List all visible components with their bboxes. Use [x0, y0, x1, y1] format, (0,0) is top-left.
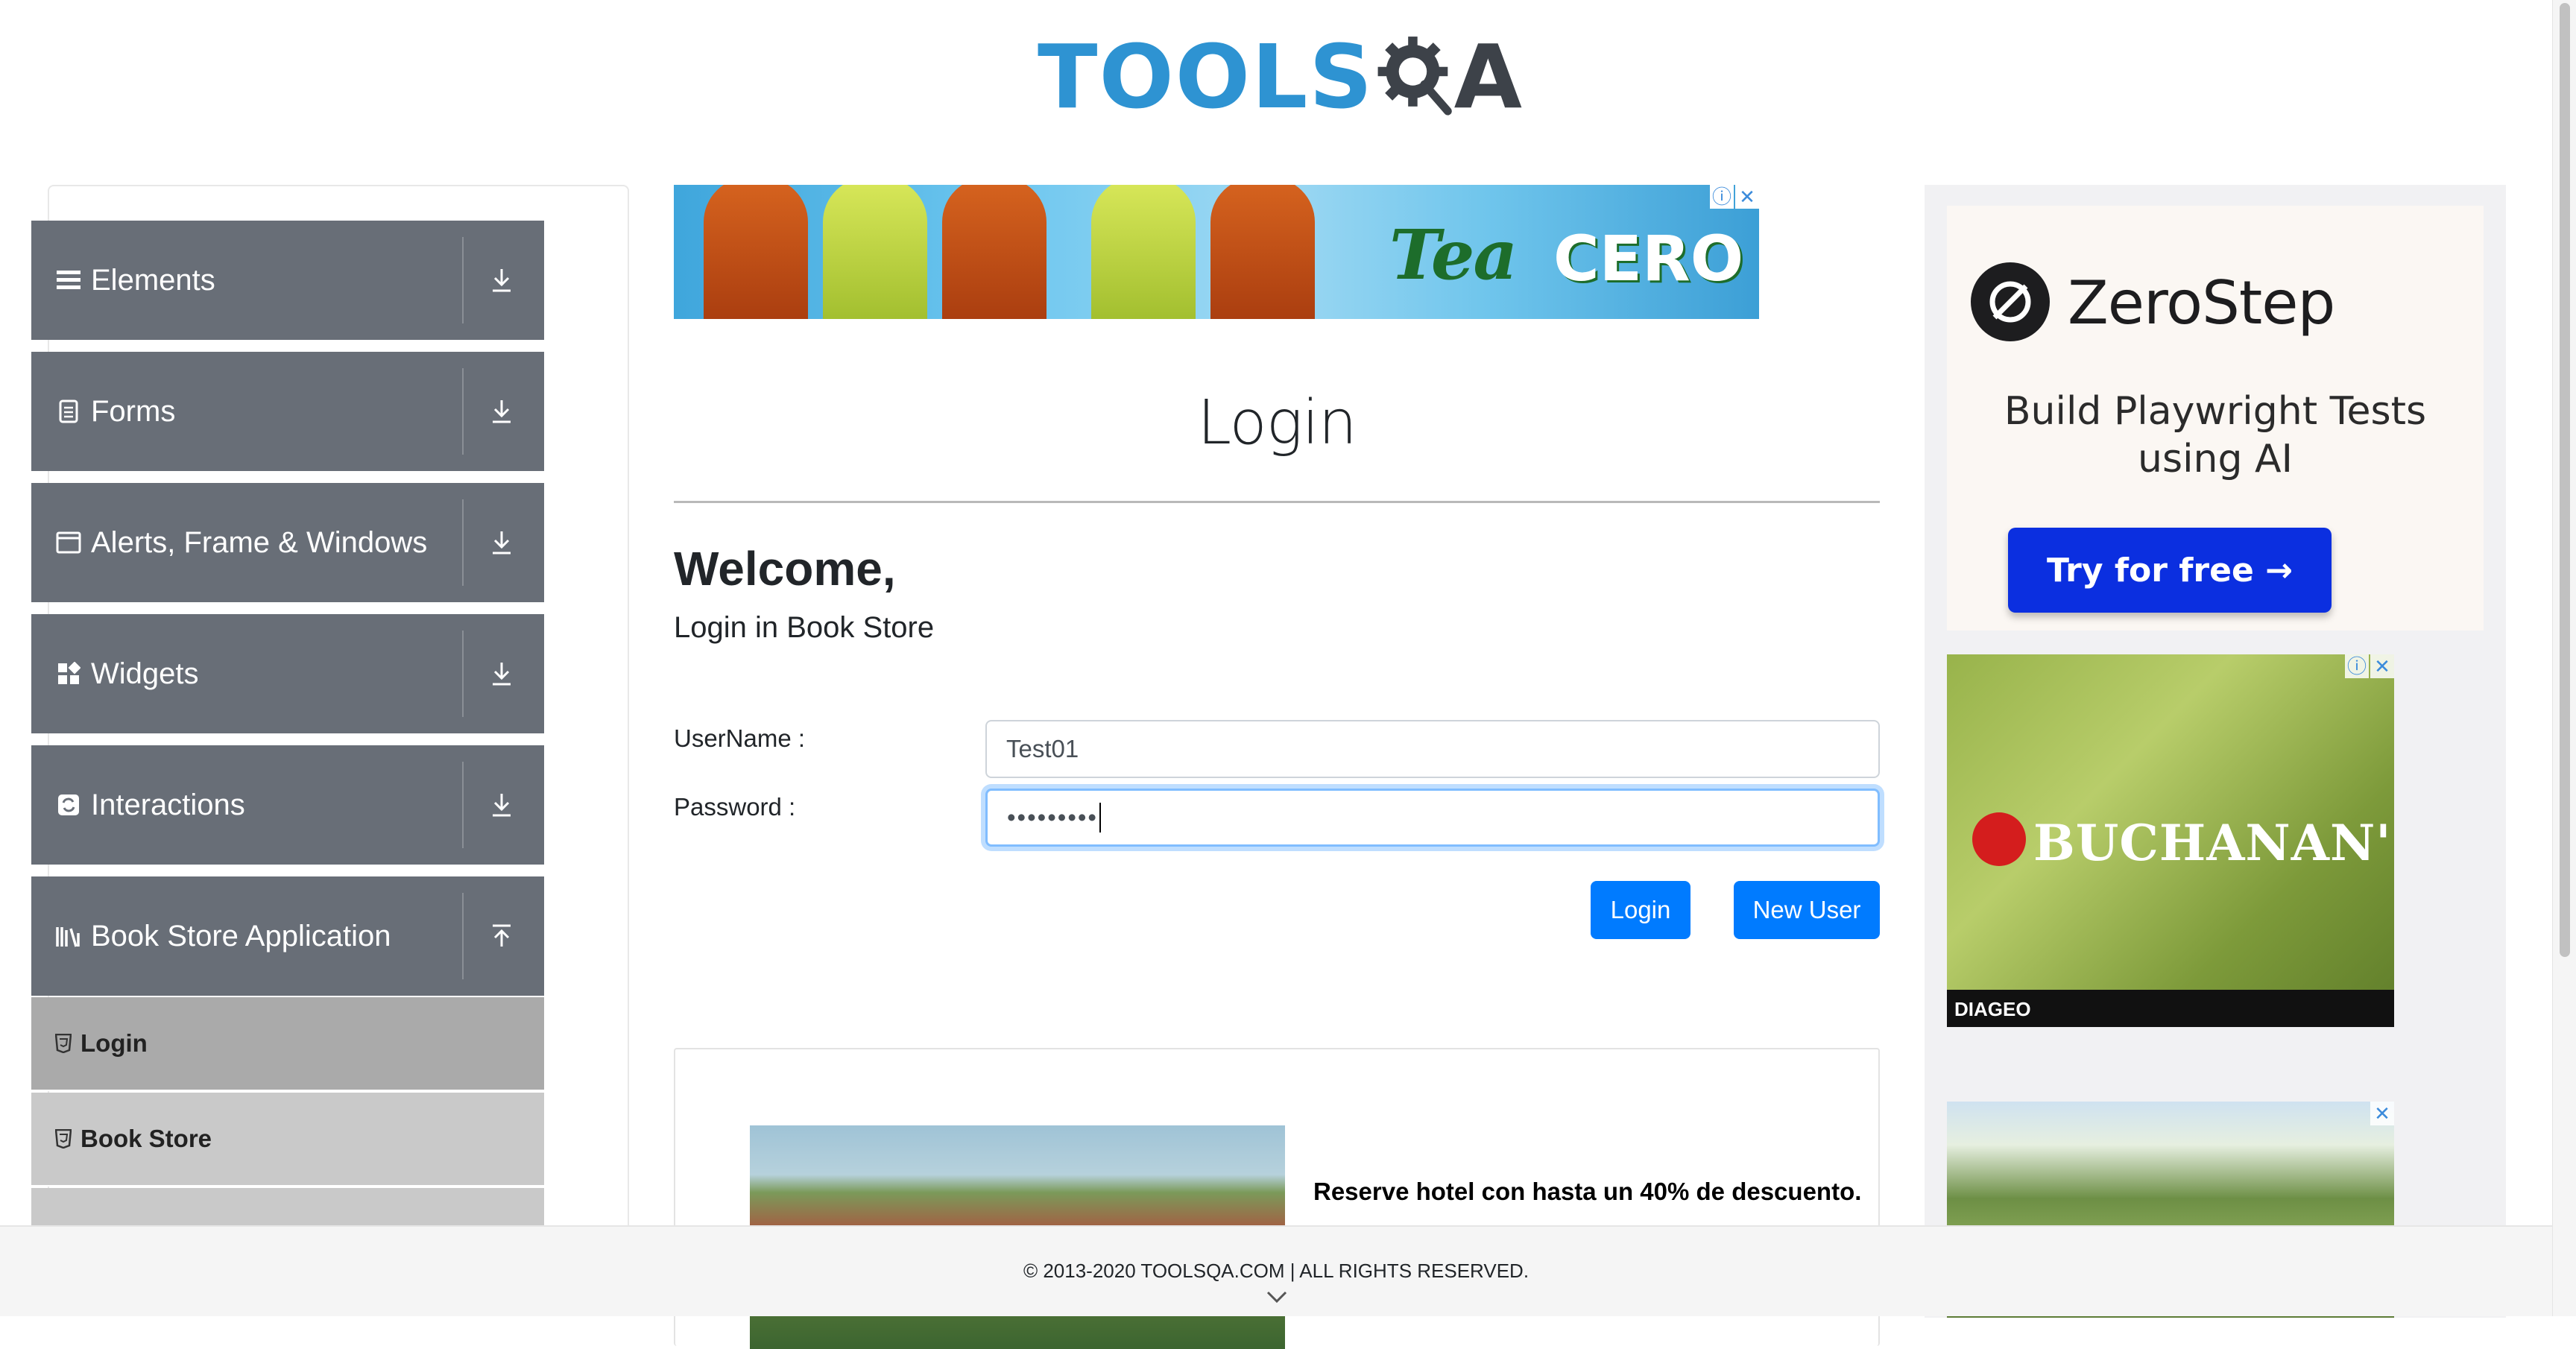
- divider: [462, 499, 464, 586]
- ad-brand-text: Tea: [1389, 215, 1518, 295]
- chevron-down-icon[interactable]: [1266, 1289, 1288, 1304]
- ad-bottle-image: [1091, 185, 1196, 319]
- html5-icon: [54, 1032, 73, 1055]
- library-icon: [55, 923, 82, 950]
- page-title: Login: [1197, 388, 1357, 458]
- ad-bottle-image: [942, 185, 1046, 319]
- sidebar-group-label: Forms: [91, 394, 176, 428]
- sidebar-group-book-store-application[interactable]: Book Store Application: [31, 876, 544, 996]
- sidebar-item-label: Book Store: [80, 1125, 212, 1152]
- download-arrow-icon[interactable]: [489, 397, 514, 426]
- diageo-brand: DIAGEO: [1954, 998, 2031, 1020]
- logo-tools-text: TOOLS: [1038, 25, 1374, 128]
- gear-search-icon: [1377, 37, 1453, 116]
- toolsqa-logo[interactable]: TOOLS A: [1038, 21, 1522, 133]
- sidebar-group-elements[interactable]: Elements: [31, 221, 544, 340]
- widgets-icon: [55, 660, 82, 687]
- zerostep-tagline: Build Playwright Tests using AI: [2004, 389, 2427, 481]
- ad-bottle-image: [1210, 185, 1315, 319]
- login-button[interactable]: Login: [1591, 881, 1690, 939]
- download-arrow-icon[interactable]: [489, 659, 514, 689]
- html5-icon: [54, 1128, 73, 1150]
- ad-close-icon[interactable]: ✕: [2370, 1102, 2394, 1125]
- sidebar-group-forms[interactable]: Forms: [31, 352, 544, 471]
- ad-bottle-image: [823, 185, 927, 319]
- buchanans-seal-icon: [1972, 812, 2026, 866]
- divider: [462, 631, 464, 717]
- welcome-heading: Welcome,: [674, 542, 896, 595]
- sidebar-group-alerts-frame-windows[interactable]: Alerts, Frame & Windows: [31, 483, 544, 602]
- zerostep-logo-icon: [1971, 262, 2050, 341]
- divider: [462, 893, 464, 979]
- download-arrow-icon[interactable]: [489, 528, 514, 557]
- login-subtitle: Login in Book Store: [674, 611, 935, 644]
- ad-brand-text: CERO: [1553, 222, 1744, 295]
- sidebar-item-label: Login: [80, 1029, 148, 1057]
- hamburger-icon: [55, 267, 82, 294]
- password-label: Password :: [674, 793, 796, 821]
- window-icon: [55, 529, 82, 556]
- buchanans-brand: BUCHANAN'S: [2033, 814, 2394, 872]
- username-label: UserName :: [674, 724, 806, 752]
- promo-text[interactable]: Reserve hotel con hasta un 40% de descue…: [1313, 1178, 1861, 1206]
- password-input[interactable]: •••••••••: [985, 789, 1880, 847]
- sidebar-group-label: Interactions: [91, 788, 245, 821]
- interactions-icon: [55, 792, 82, 818]
- sidebar-item-book-store[interactable]: Book Store: [31, 1093, 544, 1187]
- scrollbar-thumb[interactable]: [2560, 3, 2570, 957]
- sidebar-group-label: Widgets: [91, 657, 199, 690]
- divider: [462, 237, 464, 323]
- ad-close-icon[interactable]: ✕: [1735, 185, 1759, 209]
- ad-close-icon[interactable]: ✕: [2370, 654, 2394, 678]
- new-user-button[interactable]: New User: [1734, 881, 1880, 939]
- footer-copyright: © 2013-2020 TOOLSQA.COM | ALL RIGHTS RES…: [1023, 1260, 1530, 1282]
- sidebar-group-interactions[interactable]: Interactions: [31, 745, 544, 865]
- ad-bottle-image: [704, 185, 808, 319]
- buchanans-ad[interactable]: BUCHANAN'S DIAGEO ⓘ ✕: [1947, 654, 2394, 1027]
- document-icon: [55, 398, 82, 425]
- download-arrow-icon[interactable]: [489, 265, 514, 295]
- password-mask: •••••••••: [1007, 803, 1098, 831]
- divider: [462, 762, 464, 848]
- username-input[interactable]: Test01: [985, 720, 1880, 778]
- zerostep-name: ZeroStep: [2068, 268, 2335, 338]
- sidebar-group-widgets[interactable]: Widgets: [31, 614, 544, 733]
- sidebar-group-label: Alerts, Frame & Windows: [91, 525, 428, 559]
- divider: [462, 368, 464, 455]
- ad-info-icon[interactable]: ⓘ: [2345, 654, 2369, 678]
- upload-arrow-icon[interactable]: [489, 921, 514, 951]
- username-value: Test01: [1006, 735, 1079, 762]
- sidebar-group-label: Book Store Application: [91, 919, 391, 952]
- sidebar-group-label: Elements: [91, 263, 215, 297]
- top-ad-banner[interactable]: Tea CERO ⓘ ✕: [674, 185, 1759, 319]
- download-arrow-icon[interactable]: [489, 790, 514, 820]
- title-divider: [674, 501, 1880, 503]
- text-caret: [1099, 803, 1101, 833]
- logo-qa-text: A: [1453, 25, 1522, 128]
- try-for-free-button[interactable]: Try for free →: [2008, 528, 2332, 613]
- sidebar-item-login[interactable]: Login: [31, 997, 544, 1091]
- ad-info-icon[interactable]: ⓘ: [1710, 185, 1734, 209]
